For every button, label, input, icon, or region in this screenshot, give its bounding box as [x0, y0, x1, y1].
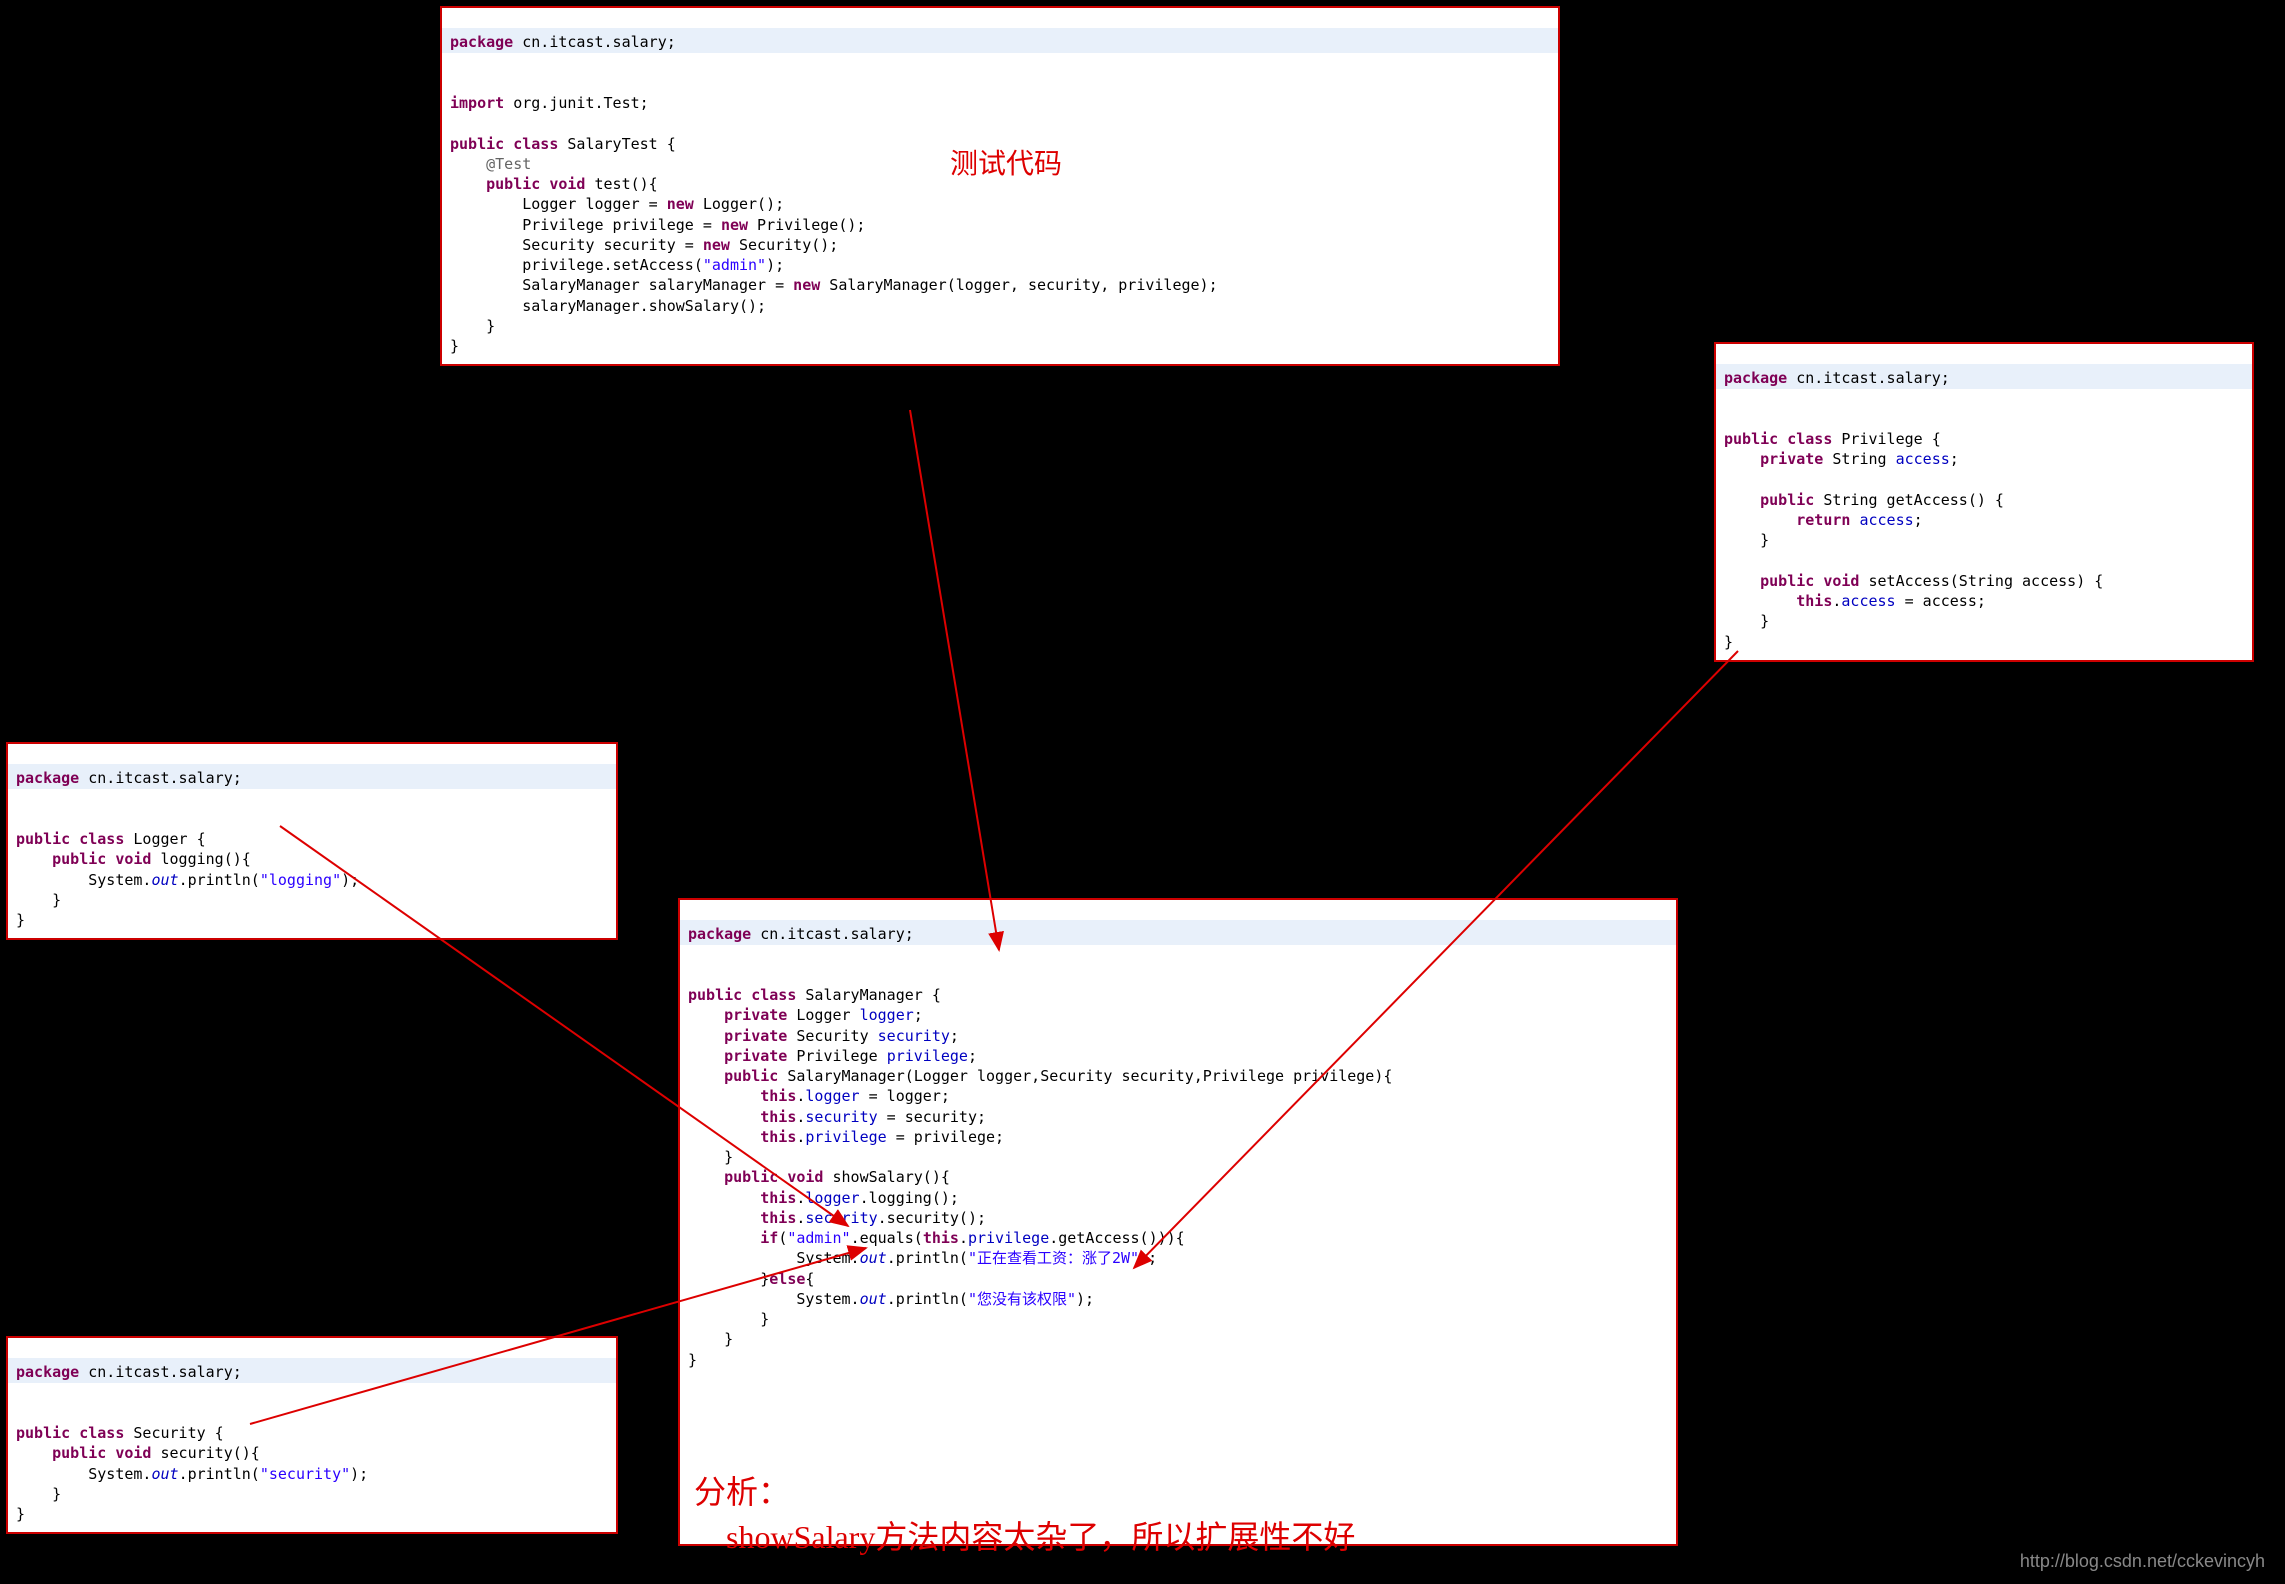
code-content: import org.junit.Test; public class Sala…	[450, 94, 1218, 355]
code-box-privilege: package cn.itcast.salary; public class P…	[1714, 342, 2254, 662]
package-line: package cn.itcast.salary;	[8, 1358, 616, 1382]
test-code-label: 测试代码	[950, 142, 1062, 182]
package-line: package cn.itcast.salary;	[680, 920, 1676, 944]
package-line: package cn.itcast.salary;	[442, 28, 1558, 52]
analysis-label: 分析： showSalary方法内容太杂了，所以扩展性不好	[694, 1470, 1355, 1560]
code-box-security: package cn.itcast.salary; public class S…	[6, 1336, 618, 1534]
code-box-salarytest: package cn.itcast.salary; import org.jun…	[440, 6, 1560, 366]
code-content: public class Security { public void secu…	[16, 1424, 368, 1523]
package-line: package cn.itcast.salary;	[8, 764, 616, 788]
analysis-prefix: 分析：	[694, 1474, 790, 1510]
code-box-logger: package cn.itcast.salary; public class L…	[6, 742, 618, 940]
package-line: package cn.itcast.salary;	[1716, 364, 2252, 388]
analysis-text: showSalary方法内容太杂了，所以扩展性不好	[726, 1519, 1355, 1555]
code-content: public class Privilege { private String …	[1724, 430, 2103, 651]
code-box-salarymanager: package cn.itcast.salary; public class S…	[678, 898, 1678, 1546]
watermark: http://blog.csdn.net/cckevincyh	[2020, 1551, 2265, 1572]
code-content: public class Logger { public void loggin…	[16, 830, 359, 929]
code-content: public class SalaryManager { private Log…	[688, 986, 1392, 1369]
